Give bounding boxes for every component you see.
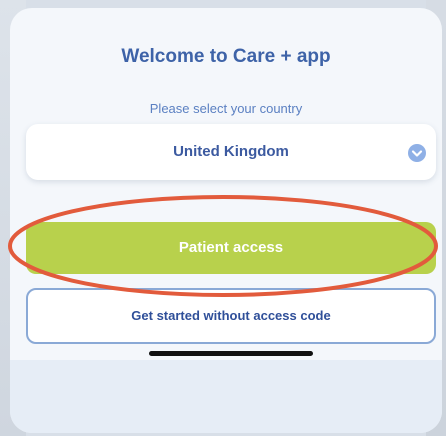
country-prompt: Please select your country xyxy=(149,101,303,116)
chevron-down-icon[interactable] xyxy=(408,144,426,162)
welcome-sheet: Welcome to Care + app Please select your… xyxy=(10,8,442,433)
sheet-footer-area xyxy=(10,360,442,433)
page-title: Welcome to Care + app xyxy=(121,46,331,67)
country-select[interactable]: United Kingdom xyxy=(26,124,436,180)
patient-access-button[interactable]: Patient access xyxy=(26,222,436,274)
home-indicator xyxy=(149,351,313,356)
country-select-value: United Kingdom xyxy=(173,143,289,160)
get-started-without-code-button[interactable]: Get started without access code xyxy=(26,288,436,344)
